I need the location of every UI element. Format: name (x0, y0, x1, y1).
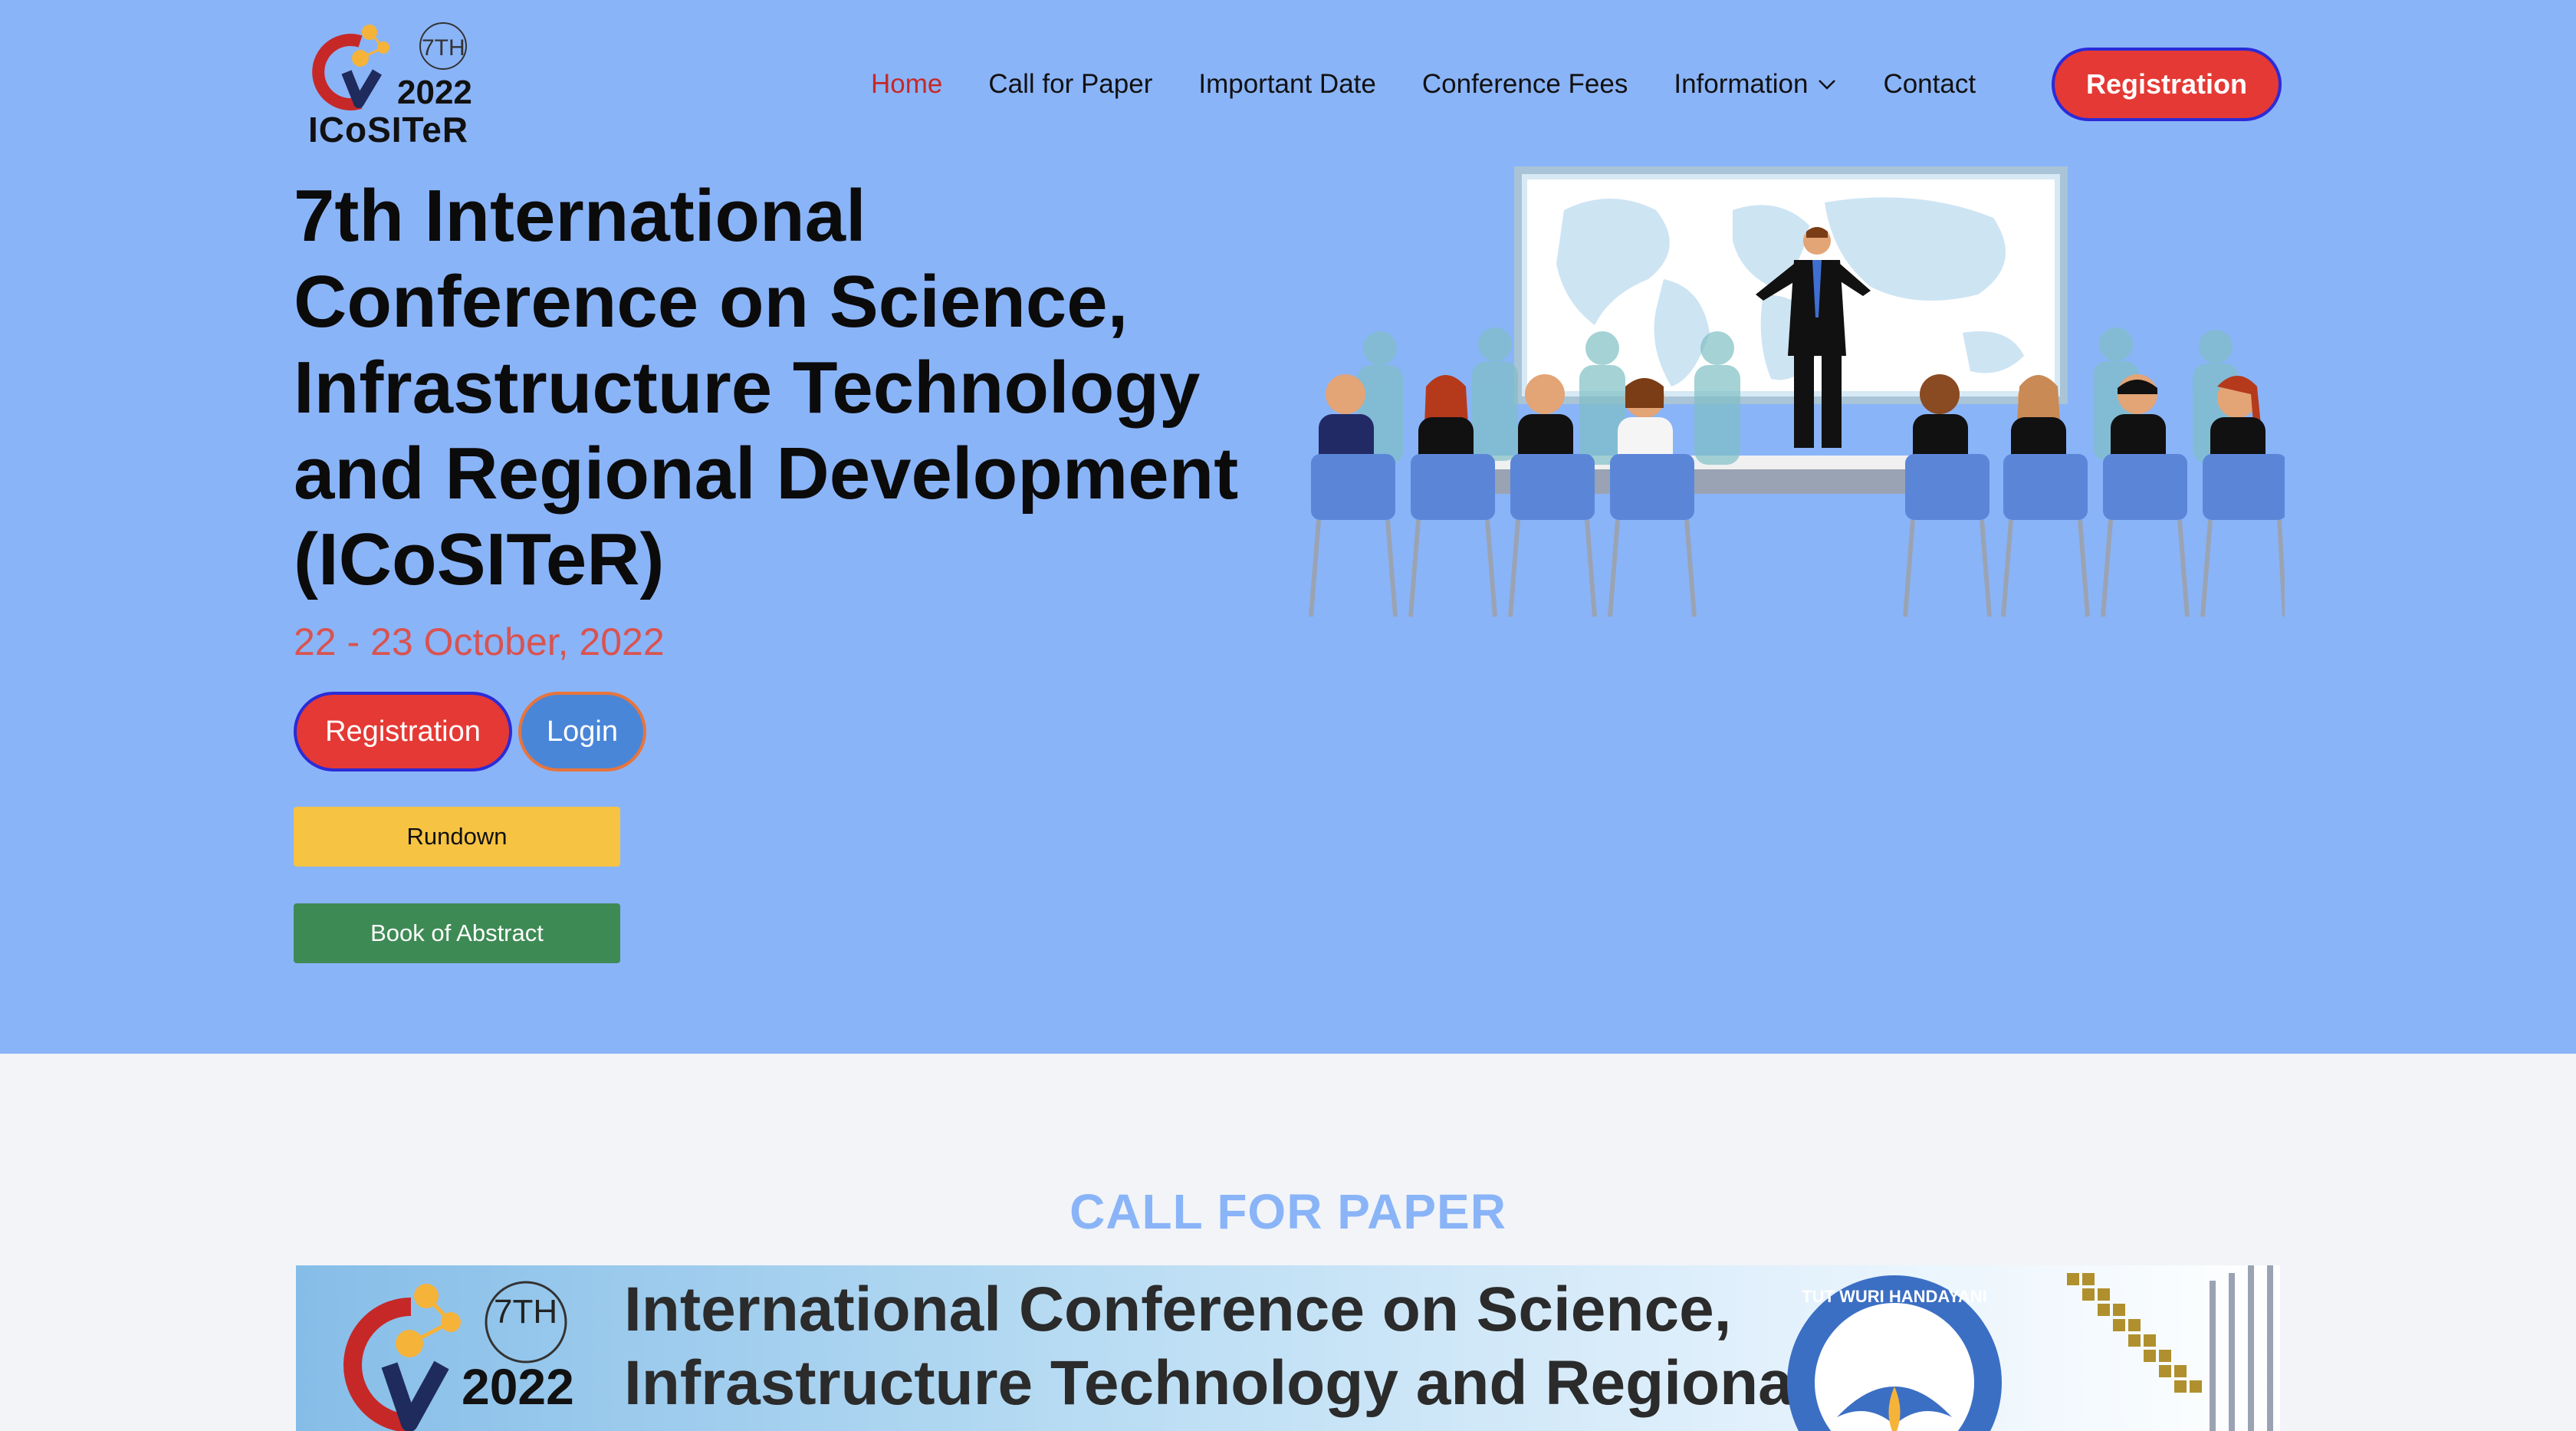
hero-date: 22 - 23 October, 2022 (294, 620, 665, 663)
banner-year: 2022 (462, 1358, 574, 1415)
banner-superscript: 7TH (494, 1293, 558, 1331)
rundown-button[interactable]: Rundown (294, 807, 620, 867)
logo-superscript: 7TH (422, 35, 465, 61)
nav-conference-fees[interactable]: Conference Fees (1422, 48, 1628, 121)
call-for-paper-heading: CALL FOR PAPER (1070, 1184, 1506, 1240)
hero-registration-button[interactable]: Registration (294, 692, 512, 771)
hero-section: 7TH 2022 ICoSITeR Home Call for Paper Im… (0, 0, 2576, 1054)
nav-home[interactable]: Home (871, 48, 942, 121)
hero-title: 7th International Conference on Science,… (294, 175, 1239, 600)
logo-year: 2022 (397, 74, 472, 111)
nav-important-date[interactable]: Important Date (1198, 48, 1376, 121)
hero-login-button[interactable]: Login (518, 692, 646, 771)
nav-call-for-paper[interactable]: Call for Paper (988, 48, 1152, 121)
tut-wuri-handayani-emblem-icon: TUT WURI HANDAYANI (1787, 1275, 2002, 1431)
site-logo[interactable]: 7TH 2022 ICoSITeR (307, 18, 483, 150)
nav-information-label: Information (1674, 69, 1809, 99)
nav-registration-button[interactable]: Registration (2052, 48, 2282, 121)
chevron-down-icon (1819, 80, 1836, 90)
conference-illustration (1309, 166, 2285, 617)
book-of-abstract-button[interactable]: Book of Abstract (294, 903, 620, 963)
nav-contact[interactable]: Contact (1883, 48, 1976, 121)
call-for-paper-banner[interactable]: 7TH 2022 International Conference on Sci… (296, 1265, 2280, 1431)
building-decoration-icon (2067, 1265, 2273, 1431)
main-nav: Home Call for Paper Important Date Confe… (871, 48, 2022, 121)
logo-name: ICoSITeR (308, 110, 469, 150)
nav-information[interactable]: Information (1674, 48, 1837, 121)
emblem-text: TUT WURI HANDAYANI (1802, 1287, 1987, 1306)
